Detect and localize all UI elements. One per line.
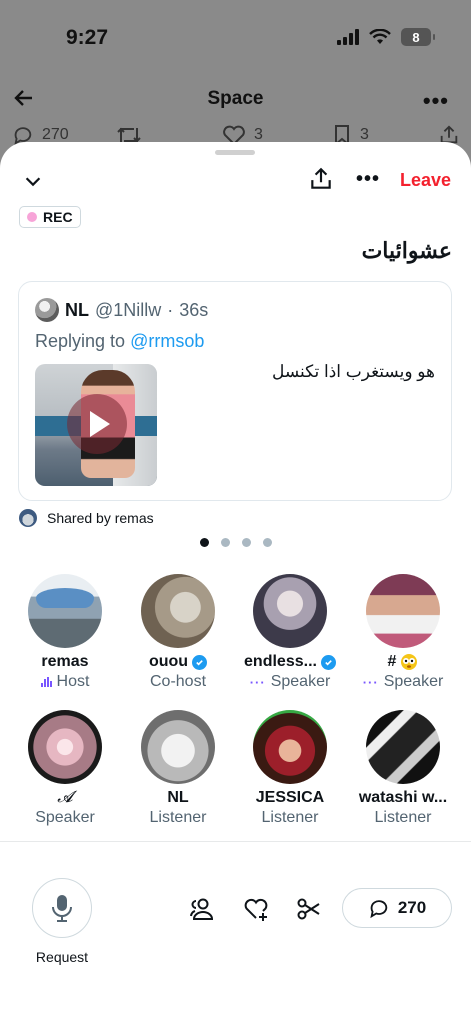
participant[interactable]: JESSICA Listener: [231, 710, 349, 827]
participant[interactable]: watashi w... Listener: [344, 710, 462, 827]
avatar: [19, 509, 37, 527]
request-button[interactable]: [32, 878, 92, 938]
background-header: Space •••: [0, 80, 471, 120]
status-icons: 8: [337, 28, 435, 46]
emoji-face-icon: [401, 654, 418, 670]
speaking-dots-icon: ···: [249, 674, 266, 690]
play-icon[interactable]: [67, 394, 127, 454]
pinned-post-card[interactable]: NL @1Nillw · 36s Replying to @rrmsob هو …: [18, 281, 452, 501]
participant-name: ouou: [148, 653, 189, 670]
avatar[interactable]: [366, 710, 440, 784]
verified-badge-icon: [320, 654, 336, 670]
comments-button[interactable]: 270: [342, 888, 452, 928]
post-separator: ·: [167, 299, 174, 320]
cellular-signal-icon: [337, 29, 359, 45]
sheet-grabber[interactable]: [215, 150, 255, 155]
post-header: NL @1Nillw · 36s: [35, 298, 208, 322]
participant-name: JESSICA: [255, 789, 325, 806]
share-icon[interactable]: [308, 166, 334, 192]
page-title: Space: [207, 88, 264, 109]
speaking-dots-icon: ···: [362, 674, 379, 690]
comment-icon: [370, 900, 387, 919]
page-dot[interactable]: [221, 538, 230, 547]
participant[interactable]: endless... ··· Speaker: [231, 574, 349, 691]
scissors-clip-icon[interactable]: [296, 896, 322, 922]
shared-by-label: Shared by remas: [47, 510, 154, 526]
sheet-toolbar: ••• Leave: [0, 166, 471, 196]
chevron-down-icon[interactable]: [22, 170, 44, 192]
participant[interactable]: remas Host: [6, 574, 124, 691]
avatar-hat: [36, 588, 94, 608]
wifi-icon: [369, 29, 391, 44]
video-thumbnail[interactable]: [35, 364, 157, 486]
page-dot[interactable]: [242, 538, 251, 547]
more-options-icon[interactable]: •••: [356, 168, 380, 191]
request-label: Request: [35, 949, 89, 965]
participant[interactable]: NL Listener: [119, 710, 237, 827]
replying-prefix: Replying to: [35, 331, 126, 351]
participant[interactable]: 𝓐 Speaker: [6, 710, 124, 827]
shared-by: Shared by remas: [19, 509, 154, 527]
avatar[interactable]: [35, 298, 59, 322]
microphone-icon: [52, 895, 72, 922]
participant[interactable]: ouou Co-host: [119, 574, 237, 691]
space-title: عشوائيات: [361, 238, 452, 263]
avatar[interactable]: [28, 710, 102, 784]
rec-label: REC: [43, 209, 73, 225]
participant-role: Host: [56, 673, 90, 690]
more-icon[interactable]: •••: [423, 88, 449, 114]
recording-badge: REC: [19, 206, 81, 228]
page-dot[interactable]: [200, 538, 209, 547]
leave-button[interactable]: Leave: [400, 170, 451, 191]
replying-to: Replying to @rrmsob: [35, 331, 204, 352]
record-dot-icon: [27, 212, 37, 222]
participant-role: Listener: [149, 809, 207, 826]
battery-icon: 8: [401, 28, 435, 46]
post-author-name: NL: [65, 299, 89, 320]
status-time: 9:27: [66, 26, 109, 49]
comment-count: 270: [397, 898, 427, 917]
status-bar: 9:27 8: [0, 0, 471, 70]
avatar[interactable]: [366, 574, 440, 648]
avatar[interactable]: [141, 574, 215, 648]
heart-plus-icon[interactable]: [243, 896, 269, 922]
participant-role: Listener: [261, 809, 319, 826]
space-sheet: ••• Leave REC عشوائيات NL @1Nillw · 36s …: [0, 142, 471, 1024]
participant-role: Speaker: [383, 673, 444, 690]
participant-name: watashi w...: [358, 789, 448, 806]
avatar[interactable]: [253, 574, 327, 648]
divider: [0, 841, 471, 842]
audio-level-icon: [40, 677, 52, 687]
participant-name: #: [387, 653, 397, 670]
participant-name: remas: [41, 653, 89, 670]
avatar[interactable]: [28, 574, 102, 648]
replying-mention-link[interactable]: @rrmsob: [130, 331, 204, 351]
avatar[interactable]: [141, 710, 215, 784]
page-dot[interactable]: [263, 538, 272, 547]
post-time: 36s: [179, 299, 209, 320]
participant-role: Speaker: [270, 673, 331, 690]
participant-name: 𝓐: [57, 789, 73, 806]
pagination-dots[interactable]: [200, 538, 272, 547]
people-icon[interactable]: [189, 896, 215, 922]
participant-role: Co-host: [149, 673, 207, 690]
participant[interactable]: # ··· Speaker: [344, 574, 462, 691]
participant-role: Speaker: [35, 809, 95, 826]
verified-badge-icon: [192, 654, 208, 670]
post-author-handle: @1Nillw: [95, 299, 162, 320]
participant-role: Listener: [374, 809, 432, 826]
participant-name: NL: [167, 789, 189, 806]
post-text: هو ويستغرب اذا تكنسل: [271, 362, 435, 381]
avatar[interactable]: [253, 710, 327, 784]
participant-name: endless...: [244, 653, 317, 670]
